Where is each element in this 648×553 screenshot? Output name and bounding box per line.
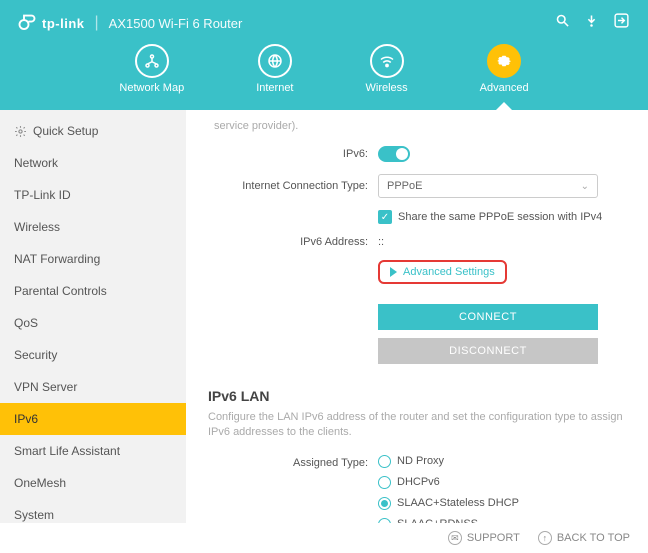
- ipv6-address-value: ::: [378, 236, 384, 248]
- advanced-settings-label: Advanced Settings: [403, 266, 495, 278]
- brand-logo: tp-link: [18, 14, 85, 32]
- chevron-down-icon: ⌄: [581, 181, 589, 192]
- ipv6-address-label: IPv6 Address:: [208, 236, 378, 248]
- main-panel: service provider). IPv6: Internet Connec…: [186, 110, 648, 523]
- support-icon: ✉: [448, 531, 462, 545]
- tab-label: Wireless: [366, 82, 408, 94]
- ipv6-lan-subtitle: Configure the LAN IPv6 address of the ro…: [208, 410, 626, 441]
- conn-type-label: Internet Connection Type:: [208, 180, 378, 192]
- sidebar-item-quick-setup[interactable]: Quick Setup: [0, 110, 186, 147]
- conn-type-value: PPPoE: [387, 180, 422, 192]
- sidebar-item-network[interactable]: Network: [0, 147, 186, 179]
- arrow-up-icon: ↑: [538, 531, 552, 545]
- advanced-settings-link[interactable]: Advanced Settings: [378, 260, 507, 284]
- share-pppoe-label: Share the same PPPoE session with IPv4: [398, 211, 602, 223]
- sidebar-item-label: NAT Forwarding: [14, 252, 100, 266]
- sidebar-item-label: Smart Life Assistant: [14, 444, 120, 458]
- brand-divider: |: [95, 14, 99, 32]
- sidebar-item-system[interactable]: System: [0, 499, 186, 523]
- radio-slaac-stateless[interactable]: SLAAC+Stateless DHCP: [378, 497, 519, 510]
- radio-dhcpv6[interactable]: DHCPv6: [378, 476, 440, 489]
- sidebar-item-label: VPN Server: [14, 380, 77, 394]
- sidebar: Quick Setup Network TP-Link ID Wireless …: [0, 110, 186, 523]
- tab-network-map[interactable]: Network Map: [119, 44, 184, 94]
- sidebar-item-label: Quick Setup: [33, 124, 98, 138]
- triangle-right-icon: [390, 267, 397, 277]
- gear-icon: [14, 125, 27, 138]
- logout-icon[interactable]: [613, 12, 630, 34]
- sidebar-item-label: Wireless: [14, 220, 60, 234]
- tab-internet[interactable]: Internet: [256, 44, 293, 94]
- router-title: AX1500 Wi-Fi 6 Router: [109, 16, 243, 31]
- sidebar-item-label: TP-Link ID: [14, 188, 71, 202]
- radio-label: ND Proxy: [397, 455, 444, 467]
- footer: ✉ SUPPORT ↑ BACK TO TOP: [0, 523, 648, 553]
- radio-label: SLAAC+Stateless DHCP: [397, 497, 519, 509]
- support-button[interactable]: ✉ SUPPORT: [448, 531, 520, 545]
- tab-label: Network Map: [119, 82, 184, 94]
- ipv6-lan-title: IPv6 LAN: [208, 388, 626, 404]
- sidebar-item-label: System: [14, 508, 54, 522]
- sidebar-item-label: QoS: [14, 316, 38, 330]
- radio-nd-proxy[interactable]: ND Proxy: [378, 455, 444, 468]
- share-pppoe-checkbox[interactable]: ✓: [378, 210, 392, 224]
- sidebar-item-onemesh[interactable]: OneMesh: [0, 467, 186, 499]
- tab-label: Internet: [256, 82, 293, 94]
- sidebar-item-ipv6[interactable]: IPv6: [0, 403, 186, 435]
- header: tp-link | AX1500 Wi-Fi 6 Router Network …: [0, 0, 648, 110]
- led-icon[interactable]: [584, 13, 599, 33]
- connect-button[interactable]: CONNECT: [378, 304, 598, 330]
- sidebar-item-parental-controls[interactable]: Parental Controls: [0, 275, 186, 307]
- brand-text: tp-link: [42, 16, 85, 31]
- sidebar-item-wireless[interactable]: Wireless: [0, 211, 186, 243]
- conn-type-select[interactable]: PPPoE ⌄: [378, 174, 598, 198]
- support-label: SUPPORT: [467, 532, 520, 544]
- sidebar-item-label: Network: [14, 156, 58, 170]
- tplink-icon: [18, 14, 36, 32]
- sidebar-item-vpn-server[interactable]: VPN Server: [0, 371, 186, 403]
- sidebar-item-label: OneMesh: [14, 476, 66, 490]
- radio-label: DHCPv6: [397, 476, 440, 488]
- tab-advanced[interactable]: Advanced: [480, 44, 529, 94]
- back-to-top-button[interactable]: ↑ BACK TO TOP: [538, 531, 630, 545]
- assigned-type-label: Assigned Type:: [208, 455, 378, 469]
- search-icon[interactable]: [555, 13, 570, 33]
- sidebar-item-tplink-id[interactable]: TP-Link ID: [0, 179, 186, 211]
- sidebar-item-label: Security: [14, 348, 57, 362]
- sidebar-item-nat-forwarding[interactable]: NAT Forwarding: [0, 243, 186, 275]
- sidebar-item-security[interactable]: Security: [0, 339, 186, 371]
- sidebar-item-qos[interactable]: QoS: [0, 307, 186, 339]
- tab-label: Advanced: [480, 82, 529, 94]
- back-to-top-label: BACK TO TOP: [557, 532, 630, 544]
- ipv6-toggle[interactable]: [378, 146, 410, 162]
- ipv6-label: IPv6:: [208, 148, 378, 160]
- sidebar-item-smart-life[interactable]: Smart Life Assistant: [0, 435, 186, 467]
- note-tail: service provider).: [208, 120, 626, 132]
- sidebar-item-label: Parental Controls: [14, 284, 107, 298]
- sidebar-item-label: IPv6: [14, 412, 38, 426]
- tab-wireless[interactable]: Wireless: [366, 44, 408, 94]
- disconnect-button[interactable]: DISCONNECT: [378, 338, 598, 364]
